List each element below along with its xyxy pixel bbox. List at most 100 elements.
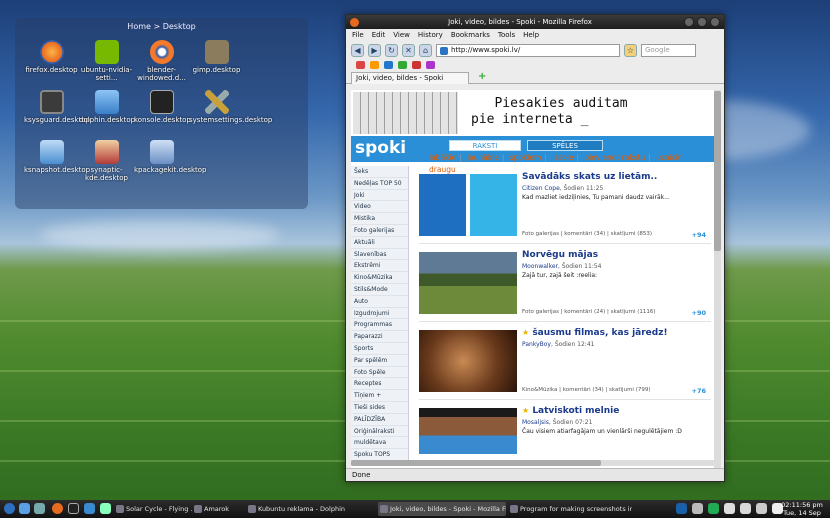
subnav-izsole[interactable]: izsole [552,153,573,162]
article-thumbnail[interactable] [419,252,517,314]
maximize-button[interactable] [697,17,707,27]
sidebar-item[interactable]: Ekstrēmi [351,260,408,273]
article-thumbnail[interactable] [419,330,517,392]
sidebar-item[interactable]: Sports [351,343,408,355]
subnav-jaunakie[interactable]: jaunākie [467,153,499,162]
minimize-button[interactable] [684,17,694,27]
subnav-labakie[interactable]: labākie [429,153,456,162]
menu-tools[interactable]: Tools [498,31,515,39]
subnav-pievienot[interactable]: pievienot rakstu [584,153,645,162]
article-thumbnail[interactable] [419,174,517,236]
konsole-launcher-icon[interactable] [68,503,79,514]
desktop-icon-gimp[interactable]: gimp.desktop [189,40,244,74]
desktop-icon-ksnapshot[interactable]: ksnapshot.desktop [24,140,90,174]
article-title[interactable]: Norvēgu mājas [522,250,598,260]
clock[interactable]: 02:11:56 pm Tue, 14 Sep [778,501,826,517]
desktop-icon-synaptic[interactable]: synaptic-kde.desktop [79,140,134,182]
tray-icon[interactable] [692,503,703,514]
sidebar-item[interactable]: Stils&Mode [351,284,408,296]
tab-raksti[interactable]: RAKSTI [449,140,521,151]
article-card[interactable]: ★ Latviskoti melnie Mosaljsis, Šodien 07… [419,400,711,468]
tray-icon[interactable] [740,503,751,514]
sidebar-item[interactable]: Izgudrojumi [351,308,408,320]
sidebar-item[interactable]: Joki [351,190,408,202]
sidebar-item[interactable]: Receptes [351,378,408,391]
stop-button[interactable]: ✕ [402,43,415,57]
url-input[interactable]: http://www.spoki.lv/ [436,43,620,57]
sidebar-item[interactable]: Tīņiem + [351,390,408,402]
bookmark-icon[interactable] [412,61,421,69]
sidebar-item[interactable]: Slavenības [351,249,408,261]
menu-history[interactable]: History [418,31,443,39]
desktop-icon-blender[interactable]: blender-windowed.d... [134,40,189,82]
launcher-icon[interactable] [84,503,95,514]
clipboard-icon[interactable] [724,503,735,514]
pager-icon[interactable] [676,503,687,514]
desktop-icon-ksysguard[interactable]: ksysguard.desktop [24,90,90,124]
sidebar-item[interactable]: Foto Spēle [351,367,408,379]
article-card[interactable]: ★ šausmu filmas, kas jāredz! PankyBoy, Š… [419,322,711,400]
sidebar-item[interactable]: Šeks [351,166,408,178]
article-thumbnail[interactable] [419,408,517,454]
rss-icon[interactable]: ☆ [624,43,637,57]
sidebar-item[interactable]: Video [351,201,408,214]
desktop-icon-nvidia[interactable]: ubuntu-nvidia-setti... [79,40,134,82]
task-firefox[interactable]: Joki, video, bildes - Spoki - Mozilla Fi… [378,502,506,516]
sidebar-item[interactable]: Aktuāli [351,237,408,249]
task-dolphin[interactable]: Kubuntu reklama - Dolphin [246,502,374,516]
sidebar-item[interactable]: Kino&Mūzika [351,272,408,284]
menu-file[interactable]: File [352,31,364,39]
article-title[interactable]: ★ Latviskoti melnie [522,406,619,416]
sidebar-item[interactable]: Nedēļas TOP 50 [351,178,408,190]
browser-tab[interactable]: Joki, video, bildes - Spoki [351,72,469,84]
dolphin-launcher-icon[interactable] [19,503,30,514]
sidebar-item[interactable]: muldētava [351,437,408,450]
bookmark-icon[interactable] [426,61,435,69]
network-icon[interactable] [756,503,767,514]
desktop-icon-dolphin[interactable]: dolphin.desktop [79,90,135,124]
close-button[interactable] [710,17,720,27]
menu-help[interactable]: Help [523,31,539,39]
article-card[interactable]: Savādāks skats uz lietām.. Citizen Cope,… [419,166,711,244]
desktop-icon-firefox[interactable]: firefox.desktop [24,40,79,74]
reload-button[interactable]: ↻ [385,43,398,57]
launcher-icon[interactable] [34,503,45,514]
vote-count[interactable]: +90 [692,309,707,317]
horizontal-scrollbar[interactable] [351,460,715,466]
menu-edit[interactable]: Edit [372,31,386,39]
menu-bookmarks[interactable]: Bookmarks [451,31,490,39]
scrollbar-thumb[interactable] [351,460,601,466]
bookmark-icon[interactable] [356,61,365,69]
vote-count[interactable]: +94 [692,231,707,239]
sidebar-item[interactable]: PALĪDZĪBA [351,414,408,426]
home-button[interactable]: ⌂ [419,43,432,57]
vertical-scrollbar[interactable] [714,90,721,468]
sidebar-item[interactable]: Mistika [351,213,408,225]
menu-view[interactable]: View [393,31,410,39]
sidebar-item[interactable]: Paparazzi [351,331,408,343]
sidebar-item[interactable]: Par spēlēm [351,355,408,367]
task-solar-cycle[interactable]: Solar Cycle - Flying ... [114,502,192,516]
bookmark-icon[interactable] [370,61,379,69]
article-card[interactable]: Norvēgu mājas Moonwalker, Šodien 11:54 Z… [419,244,711,322]
vote-count[interactable]: +76 [692,387,707,395]
back-button[interactable]: ◀ [351,43,364,57]
window-titlebar[interactable]: Joki, video, bildes - Spoki - Mozilla Fi… [346,15,724,29]
sidebar-item[interactable]: Tieši sides [351,402,408,414]
desktop-icon-systemsettings[interactable]: systemsettings.desktop [189,90,272,124]
task-screenshot-program[interactable]: Program for making screenshots in l... [508,502,632,516]
launcher-icon[interactable] [100,503,111,514]
desktop-folderview[interactable]: Home > Desktop firefox.desktop ubuntu-nv… [15,18,308,209]
scrollbar-thumb[interactable] [714,91,721,251]
sidebar-item[interactable]: Oriģinālraksti [351,426,408,438]
desktop-icon-kpackagekit[interactable]: kpackagekit.desktop [134,140,207,174]
bookmark-icon[interactable] [384,61,393,69]
forward-button[interactable]: ▶ [368,43,381,57]
article-title[interactable]: ★ šausmu filmas, kas jāredz! [522,328,668,338]
sidebar-item[interactable]: Programmas [351,319,408,332]
tab-speles[interactable]: SPĒLES [527,140,603,151]
bookmark-icon[interactable] [398,61,407,69]
task-amarok[interactable]: Amarok [192,502,244,516]
page-viewport[interactable]: Piesakies auditam pie interneta _ spoki … [351,90,715,468]
search-input[interactable]: Google [641,43,696,57]
